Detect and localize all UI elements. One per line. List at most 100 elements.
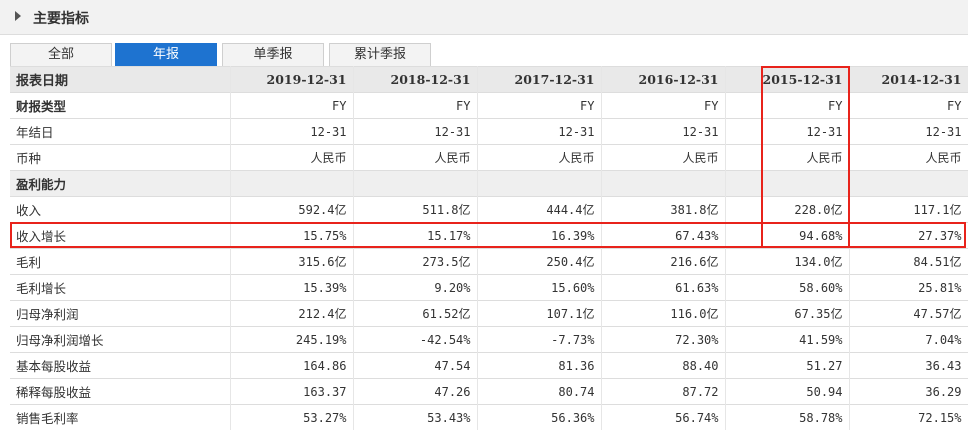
value-cell: 15.60% — [477, 275, 601, 301]
value-cell: 47.54 — [353, 353, 477, 379]
value-cell: 81.36 — [477, 353, 601, 379]
value-cell: 250.4亿 — [477, 249, 601, 275]
value-cell: 58.78% — [725, 405, 849, 430]
table-row: 币种人民币人民币人民币人民币人民币人民币 — [10, 145, 968, 171]
value-cell: -7.73% — [477, 327, 601, 353]
value-cell: 134.0亿 — [725, 249, 849, 275]
empty-cell — [230, 171, 353, 197]
value-cell: 61.52亿 — [353, 301, 477, 327]
section-title: 主要指标 — [33, 8, 89, 28]
value-cell: 444.4亿 — [477, 197, 601, 223]
value-cell: 592.4亿 — [230, 197, 353, 223]
value-cell: 228.0亿 — [725, 197, 849, 223]
row-label-cell: 归母净利润 — [10, 301, 230, 327]
value-cell: 212.4亿 — [230, 301, 353, 327]
row-label-cell: 销售毛利率 — [10, 405, 230, 430]
value-cell: 117.1亿 — [849, 197, 968, 223]
empty-cell — [477, 171, 601, 197]
value-cell: 15.17% — [353, 223, 477, 249]
value-cell: 88.40 — [601, 353, 725, 379]
section-row: 盈利能力 — [10, 171, 968, 197]
row-label-cell: 稀释每股收益 — [10, 379, 230, 405]
value-cell: 58.60% — [725, 275, 849, 301]
value-cell: FY — [230, 93, 353, 119]
table-row: 稀释每股收益163.3747.2680.7487.7250.9436.29 — [10, 379, 968, 405]
tab-all[interactable]: 全部 — [10, 43, 112, 66]
table-row: 年结日12-3112-3112-3112-3112-3112-31 — [10, 119, 968, 145]
value-cell: 273.5亿 — [353, 249, 477, 275]
table-row: 收入增长15.75%15.17%16.39%67.43%94.68%27.37% — [10, 223, 968, 249]
value-cell: 16.39% — [477, 223, 601, 249]
empty-cell — [601, 171, 725, 197]
row-label-cell: 年结日 — [10, 119, 230, 145]
table-row: 销售毛利率53.27%53.43%56.36%56.74%58.78%72.15… — [10, 405, 968, 430]
indicators-table: 报表日期2019-12-312018-12-312017-12-312016-1… — [10, 66, 968, 430]
row-label-cell: 毛利增长 — [10, 275, 230, 301]
empty-cell — [849, 171, 968, 197]
value-cell: 61.63% — [601, 275, 725, 301]
value-cell: 511.8亿 — [353, 197, 477, 223]
value-cell: 25.81% — [849, 275, 968, 301]
table-row: 收入592.4亿511.8亿444.4亿381.8亿228.0亿117.1亿 — [10, 197, 968, 223]
table-header-row: 报表日期2019-12-312018-12-312017-12-312016-1… — [10, 67, 968, 93]
value-cell: 12-31 — [353, 119, 477, 145]
row-label-cell: 财报类型 — [10, 93, 230, 119]
empty-cell — [353, 171, 477, 197]
value-cell: 67.35亿 — [725, 301, 849, 327]
value-cell: 315.6亿 — [230, 249, 353, 275]
row-label-cell: 盈利能力 — [10, 171, 230, 197]
value-cell: 51.27 — [725, 353, 849, 379]
table-row: 毛利315.6亿273.5亿250.4亿216.6亿134.0亿84.51亿 — [10, 249, 968, 275]
value-cell: 87.72 — [601, 379, 725, 405]
value-cell: 216.6亿 — [601, 249, 725, 275]
value-cell: 27.37% — [849, 223, 968, 249]
value-cell: 12-31 — [849, 119, 968, 145]
table-row: 归母净利润增长245.19%-42.54%-7.73%72.30%41.59%7… — [10, 327, 968, 353]
value-cell: 72.30% — [601, 327, 725, 353]
tab-single-quarter[interactable]: 单季报 — [222, 43, 324, 66]
value-cell: FY — [477, 93, 601, 119]
date-header-cell: 2018-12-31 — [353, 67, 477, 93]
collapse-triangle-icon[interactable] — [15, 11, 21, 21]
value-cell: 36.29 — [849, 379, 968, 405]
table-row: 财报类型FYFYFYFYFYFY — [10, 93, 968, 119]
empty-cell — [725, 171, 849, 197]
date-header-cell: 2015-12-31 — [725, 67, 849, 93]
row-label-cell: 收入 — [10, 197, 230, 223]
value-cell: 116.0亿 — [601, 301, 725, 327]
section-header[interactable]: 主要指标 — [0, 0, 968, 35]
value-cell: FY — [849, 93, 968, 119]
tab-cumulative-quarter[interactable]: 累计季报 — [329, 43, 431, 66]
row-label-cell: 毛利 — [10, 249, 230, 275]
row-label-cell: 基本每股收益 — [10, 353, 230, 379]
table-row: 归母净利润212.4亿61.52亿107.1亿116.0亿67.35亿47.57… — [10, 301, 968, 327]
row-label-cell: 币种 — [10, 145, 230, 171]
value-cell: 41.59% — [725, 327, 849, 353]
value-cell: 47.26 — [353, 379, 477, 405]
date-header-cell: 2016-12-31 — [601, 67, 725, 93]
value-cell: FY — [353, 93, 477, 119]
tab-annual[interactable]: 年报 — [115, 43, 217, 66]
value-cell: 80.74 — [477, 379, 601, 405]
value-cell: 47.57亿 — [849, 301, 968, 327]
value-cell: 107.1亿 — [477, 301, 601, 327]
value-cell: 36.43 — [849, 353, 968, 379]
value-cell: 人民币 — [725, 145, 849, 171]
value-cell: 15.75% — [230, 223, 353, 249]
value-cell: 53.27% — [230, 405, 353, 430]
value-cell: 56.36% — [477, 405, 601, 430]
value-cell: 人民币 — [601, 145, 725, 171]
value-cell: 245.19% — [230, 327, 353, 353]
date-header-cell: 2017-12-31 — [477, 67, 601, 93]
value-cell: 人民币 — [849, 145, 968, 171]
table-row: 毛利增长15.39%9.20%15.60%61.63%58.60%25.81% — [10, 275, 968, 301]
value-cell: 163.37 — [230, 379, 353, 405]
value-cell: 164.86 — [230, 353, 353, 379]
table-row: 基本每股收益164.8647.5481.3688.4051.2736.43 — [10, 353, 968, 379]
row-label-cell: 收入增长 — [10, 223, 230, 249]
value-cell: 50.94 — [725, 379, 849, 405]
value-cell: 12-31 — [477, 119, 601, 145]
value-cell: 56.74% — [601, 405, 725, 430]
header-label-cell: 报表日期 — [10, 67, 230, 93]
value-cell: -42.54% — [353, 327, 477, 353]
